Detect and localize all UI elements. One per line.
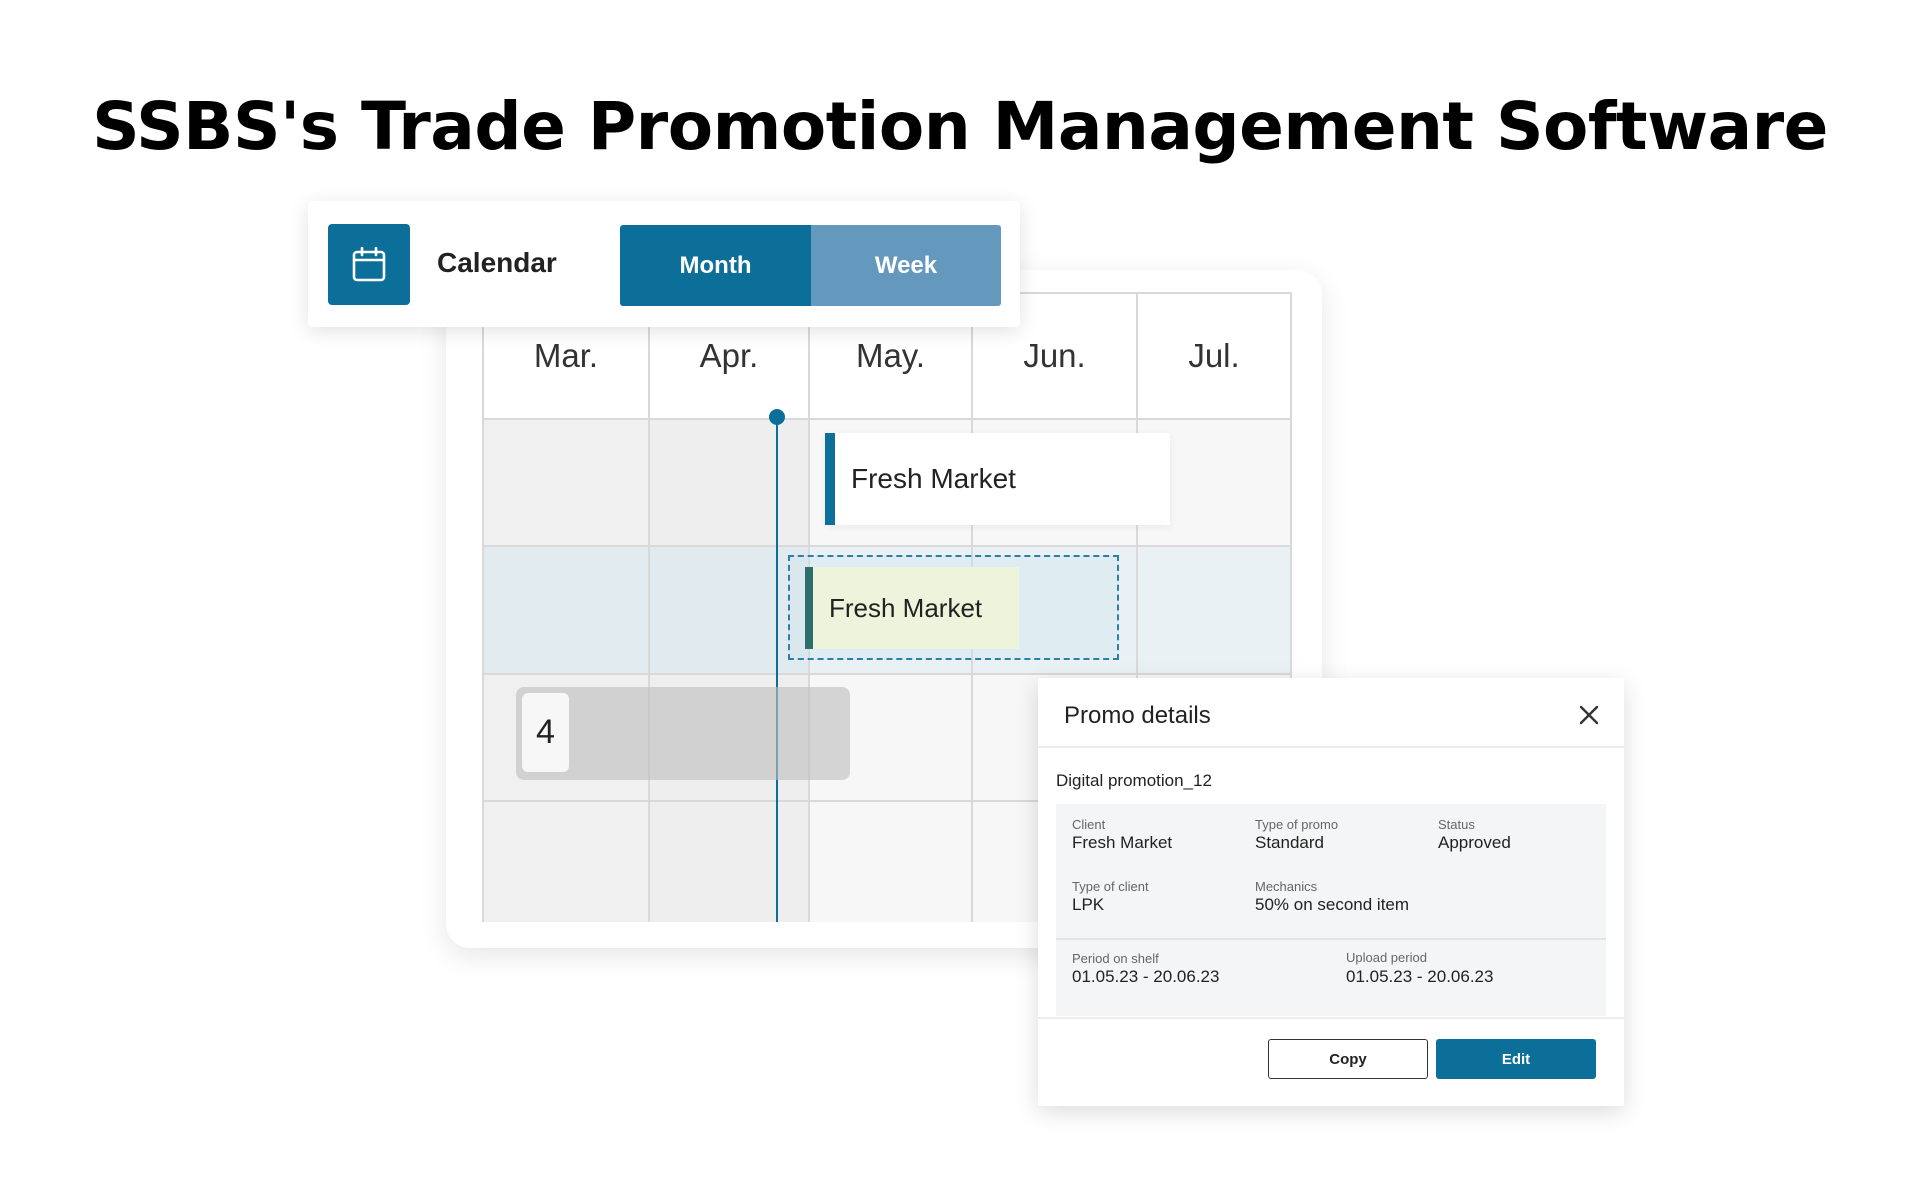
type-of-promo-value: Standard: [1255, 833, 1324, 852]
client-label: Client: [1072, 817, 1106, 832]
month-header-jul: Jul.: [1188, 337, 1240, 374]
promo-name: Digital promotion_12: [1056, 771, 1212, 790]
calendar-icon: [352, 246, 386, 281]
today-line: [776, 418, 778, 922]
status-value: Approved: [1438, 833, 1511, 852]
today-marker: [769, 409, 785, 425]
toolbar-title: Calendar: [437, 247, 557, 278]
period-on-shelf-value: 01.05.23 - 20.06.23: [1072, 967, 1220, 986]
period-on-shelf-label: Period on shelf: [1072, 951, 1159, 966]
collapsed-count-badge[interactable]: 4: [522, 693, 569, 772]
info-divider: [1056, 938, 1606, 940]
type-of-client-value: LPK: [1072, 895, 1105, 914]
mechanics-value: 50% on second item: [1255, 895, 1410, 914]
upload-period-label: Upload period: [1346, 950, 1427, 965]
edit-button[interactable]: Edit: [1436, 1039, 1596, 1079]
promo-info-box: Client Fresh Market Type of promo Standa…: [1056, 804, 1606, 1016]
month-view-button[interactable]: Month: [620, 225, 811, 306]
promo-details-panel: Promo details Digital promotion_12 Clien…: [1038, 678, 1624, 1106]
upload-period-value: 01.05.23 - 20.06.23: [1346, 967, 1494, 986]
status-label: Status: [1438, 817, 1475, 832]
dragging-promo-bar[interactable]: Fresh Market: [805, 567, 1019, 649]
close-icon[interactable]: [1578, 704, 1600, 726]
copy-button[interactable]: Copy: [1268, 1039, 1428, 1079]
promo-bar-label: Fresh Market: [851, 463, 1016, 494]
details-footer-divider: [1038, 1017, 1624, 1019]
mechanics-label: Mechanics: [1255, 879, 1318, 894]
calendar-toolbar: Calendar Month Week: [308, 201, 1020, 327]
type-of-client-label: Type of client: [1072, 879, 1149, 894]
week-view-button[interactable]: Week: [811, 225, 1001, 306]
calendar-icon-button[interactable]: [328, 224, 410, 305]
type-of-promo-label: Type of promo: [1255, 817, 1339, 832]
promo-bar[interactable]: Fresh Market: [825, 433, 1170, 525]
details-title: Promo details: [1064, 702, 1211, 729]
details-header: Promo details: [1038, 678, 1624, 748]
client-value: Fresh Market: [1072, 833, 1173, 852]
page-headline: SSBS's Trade Promotion Management Softwa…: [92, 88, 1828, 165]
dragging-promo-bar-label: Fresh Market: [829, 592, 983, 623]
